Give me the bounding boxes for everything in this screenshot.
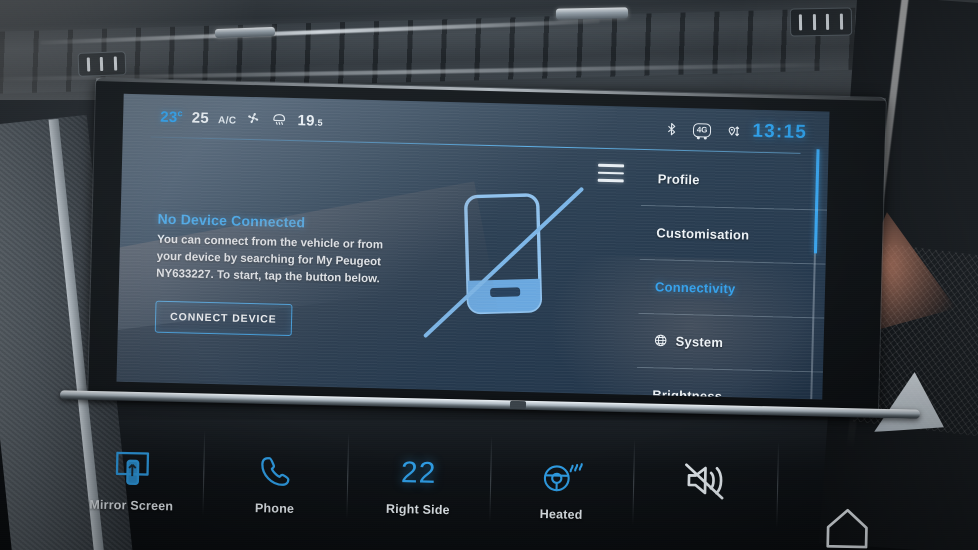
quick-button-label: Mirror Screen: [89, 497, 174, 514]
infotainment-photo: 23c 25 A/C 19.5 4G 13:15 No Device Conne…: [0, 0, 978, 550]
sidebar-item-label: Customisation: [656, 224, 750, 243]
hamburger-menu-icon[interactable]: [597, 163, 625, 187]
quick-button-label: Right Side: [385, 501, 450, 518]
quick-button-heated-steering-wheel[interactable]: Heated: [489, 430, 635, 550]
connect-device-button[interactable]: CONNECT DEVICE: [154, 300, 293, 337]
right-side-temperature-value: 22: [400, 456, 437, 490]
location-pin-icon[interactable]: [723, 122, 740, 139]
exterior-temperature: 23c: [159, 108, 184, 127]
sidebar-item-system[interactable]: System: [637, 313, 824, 372]
page-description: You can connect from the vehicle or from…: [156, 233, 384, 286]
quick-button-mirror-screen[interactable]: Mirror Screen: [59, 421, 205, 544]
passenger-temperature[interactable]: 19.5: [297, 112, 323, 130]
dashboard-chrome-trim: [214, 26, 276, 39]
dashboard-sheen: [40, 19, 600, 45]
globe-icon: [654, 333, 668, 347]
sidebar-item-label: Profile: [657, 170, 700, 187]
driver-temperature[interactable]: 25: [192, 109, 210, 126]
sidebar-item-connectivity[interactable]: Connectivity: [638, 259, 825, 318]
quick-control-bar: Mirror Screen Phone 22 Right Side Heated: [59, 421, 921, 550]
quick-button-right-side-temp[interactable]: 22 Right Side: [345, 427, 491, 550]
no-device-message: No Device Connected You can connect from…: [156, 211, 390, 289]
console-chrome-notch: [509, 400, 527, 410]
infotainment-screen[interactable]: 23c 25 A/C 19.5 4G 13:15 No Device Conne…: [116, 93, 830, 400]
volume-mute-icon: [680, 456, 731, 505]
page-title: No Device Connected: [157, 210, 306, 231]
quick-button-label: Heated: [539, 507, 583, 522]
dashboard-chrome-trim: [555, 7, 629, 20]
sidebar-item-customisation[interactable]: Customisation: [640, 205, 827, 264]
settings-sidebar: Profile Customisation Connectivity Syste…: [597, 149, 828, 400]
mirror-screen-icon: [109, 444, 156, 493]
climate-status-group: 23c 25 A/C 19.5: [123, 107, 323, 130]
quick-button-mute[interactable]: [632, 433, 778, 550]
bluetooth-icon[interactable]: [664, 121, 681, 138]
home-icon: [822, 503, 873, 550]
heated-steering-wheel-icon: [537, 453, 586, 502]
screen-bezel: 23c 25 A/C 19.5 4G 13:15 No Device Conne…: [88, 78, 886, 416]
quick-button-label: Phone: [254, 501, 295, 516]
sidebar-item-label: Connectivity: [654, 278, 736, 296]
4g-badge-icon: 4G: [692, 123, 712, 138]
sidebar-item-brightness[interactable]: Brightness: [636, 367, 823, 400]
fan-icon[interactable]: [245, 110, 262, 128]
connectivity-panel: No Device Connected You can connect from…: [116, 138, 642, 395]
clock: 13:15: [752, 120, 808, 144]
phone-handset-icon: [254, 447, 297, 496]
ac-label[interactable]: A/C: [218, 115, 237, 127]
quick-button-home[interactable]: [775, 436, 921, 550]
system-status-group: 4G 13:15: [663, 118, 829, 144]
phone-disconnected-icon: [417, 165, 602, 369]
sidebar-item-label: System: [675, 333, 724, 350]
windshield-defrost-icon[interactable]: [271, 111, 288, 129]
sidebar-item-label: Brightness: [652, 386, 723, 400]
sidebar-item-profile[interactable]: Profile: [641, 151, 828, 210]
vent-slats-right: [789, 7, 853, 37]
quick-button-phone[interactable]: Phone: [202, 424, 348, 547]
vent-slats-left: [77, 51, 127, 77]
